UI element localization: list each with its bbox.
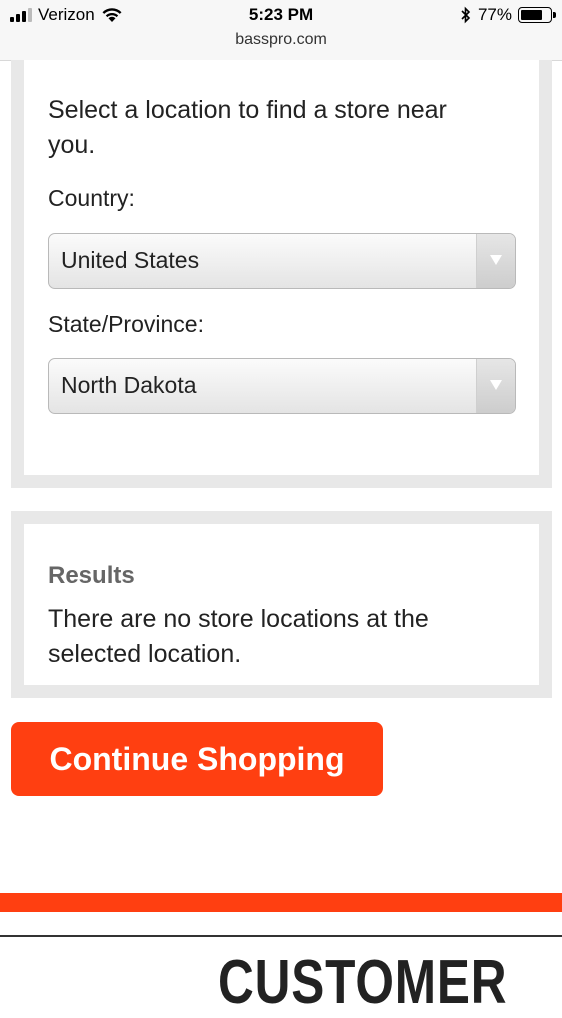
results-title: Results	[48, 562, 135, 589]
bluetooth-icon	[461, 6, 471, 24]
store-locator-content: Select a location to find a store near y…	[24, 60, 539, 475]
battery-percent: 77%	[477, 5, 512, 24]
dropdown-arrow-icon	[490, 380, 502, 390]
state-select-toggle[interactable]	[476, 359, 515, 413]
country-select[interactable]: United States	[48, 233, 516, 289]
battery-icon	[518, 7, 556, 23]
store-locator-panel: Select a location to find a store near y…	[11, 60, 552, 488]
country-label: Country:	[48, 185, 135, 211]
status-bar: Verizon 5:23 PM basspro.com 77%	[0, 0, 562, 61]
state-select-value: North Dakota	[61, 372, 197, 398]
status-right: 77%	[460, 5, 556, 25]
country-select-value: United States	[61, 247, 200, 273]
country-select-toggle[interactable]	[476, 234, 515, 288]
continue-shopping-button[interactable]: Continue Shopping	[11, 722, 383, 796]
results-panel: Results There are no store locations at …	[11, 511, 552, 698]
state-select[interactable]: North Dakota	[48, 358, 516, 414]
address-bar-url[interactable]: basspro.com	[0, 31, 562, 49]
state-label: State/Province:	[48, 311, 204, 337]
footer-heading: CUSTOMER	[218, 948, 508, 1017]
results-content: Results There are no store locations at …	[24, 524, 539, 685]
footer-accent-bar	[0, 893, 562, 912]
dropdown-arrow-icon	[490, 255, 502, 265]
footer-divider	[0, 935, 562, 937]
results-message: There are no store locations at the sele…	[48, 605, 429, 668]
locator-intro-text: Select a location to find a store near y…	[48, 96, 447, 159]
